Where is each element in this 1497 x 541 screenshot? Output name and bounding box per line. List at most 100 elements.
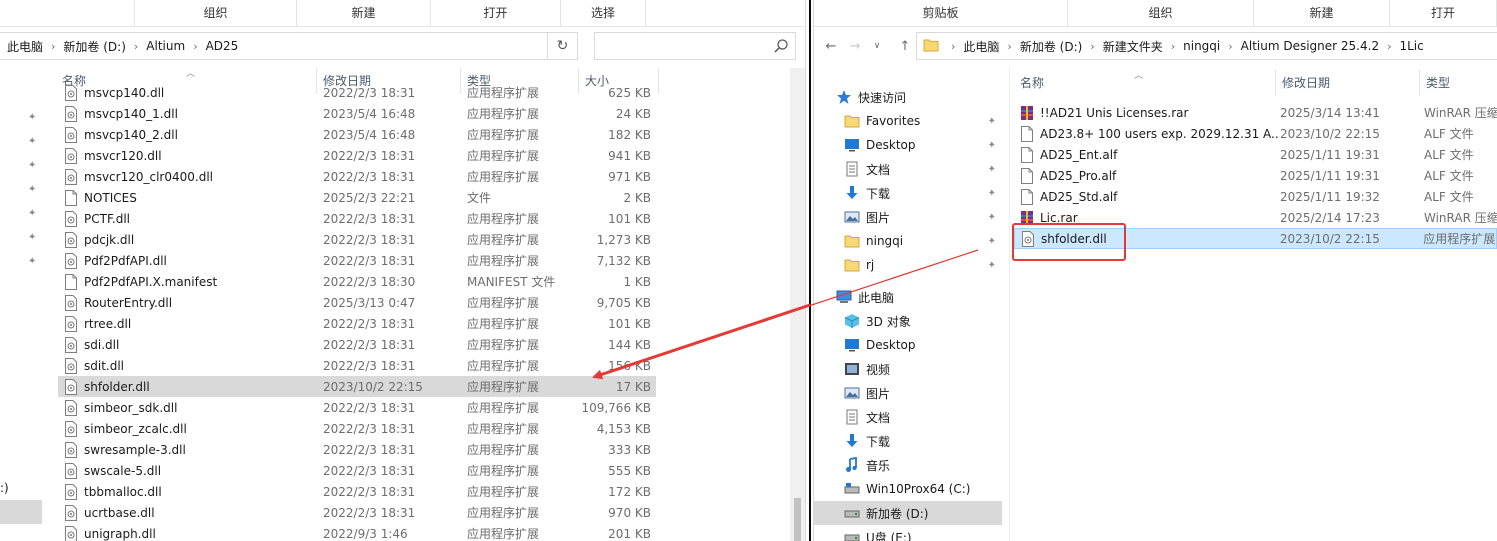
breadcrumb-separator-icon[interactable]: ›	[51, 40, 55, 53]
file-name: sdi.dll	[84, 337, 120, 352]
file-row-unigraph-dll[interactable]: unigraph.dll 2022/9/3 1:46 应用程序扩展 201 KB	[58, 523, 656, 541]
nav-item-item[interactable]: 下载	[814, 429, 1002, 453]
pin-icon[interactable]: ✦	[988, 140, 996, 151]
pin-icon[interactable]: ✦	[988, 188, 996, 199]
breadcrumb-item[interactable]: Altium Designer 25.4.2	[1239, 39, 1381, 53]
nav-item-favorites[interactable]: Favorites ✦	[814, 109, 1002, 133]
file-date: 2025/3/13 0:47	[323, 295, 416, 310]
nav-item-item[interactable]: 图片 ✦	[814, 205, 1002, 229]
file-row-ad25-pro-alf[interactable]: AD25_Pro.alf 2025/1/11 19:31 ALF 文件	[1014, 165, 1497, 186]
pin-icon[interactable]: ✦	[988, 116, 996, 127]
pin-icon[interactable]: ✦	[988, 236, 996, 247]
file-type: MANIFEST 文件	[467, 275, 556, 289]
nav-item-3d[interactable]: 3D 对象	[814, 309, 1002, 333]
breadcrumb-separator-icon[interactable]: ›	[1171, 40, 1175, 53]
ribbon-group-new[interactable]: 新建	[1254, 0, 1390, 27]
nav-item-item[interactable]: 音乐	[814, 453, 1002, 477]
scrollbar-thumb[interactable]	[794, 498, 801, 541]
breadcrumb-item[interactable]: 新加卷 (D:)	[61, 38, 127, 55]
pin-icon[interactable]: ✦	[988, 260, 996, 271]
breadcrumb-separator-icon[interactable]: ›	[134, 40, 138, 53]
file-row-tbbmalloc-dll[interactable]: tbbmalloc.dll 2022/2/3 18:31 应用程序扩展 172 KB	[58, 481, 656, 502]
column-date[interactable]: 修改日期	[1276, 70, 1420, 96]
file-row-simbeor-sdk-dll[interactable]: simbeor_sdk.dll 2022/2/3 18:31 应用程序扩展 109,7…	[58, 397, 656, 418]
nav-item-d[interactable]: 新加卷 (D:)	[814, 501, 1002, 525]
breadcrumb-item[interactable]: 新加卷 (D:)	[1018, 38, 1084, 55]
file-row-ad21-unis-licenses-rar[interactable]: !!AD21 Unis Licenses.rar 2025/3/14 13:41 W…	[1014, 102, 1497, 123]
file-row-msvcp140-1-dll[interactable]: msvcp140_1.dll 2023/5/4 16:48 应用程序扩展 24 KB	[58, 103, 656, 124]
file-row-pdcjk-dll[interactable]: pdcjk.dll 2022/2/3 18:31 应用程序扩展 1,273 KB	[58, 229, 656, 250]
file-row-simbeor-zcalc-dll[interactable]: simbeor_zcalc.dll 2022/2/3 18:31 应用程序扩展 4,1…	[58, 418, 656, 439]
breadcrumb-separator-icon[interactable]: ›	[1007, 40, 1011, 53]
nav-item-win10prox64-c[interactable]: Win10Prox64 (C:)	[814, 477, 1002, 501]
search-box[interactable]	[594, 32, 796, 60]
file-type: 应用程序扩展	[467, 443, 540, 457]
breadcrumb-item[interactable]: 此电脑	[961, 38, 1001, 55]
file-row-ad25-std-alf[interactable]: AD25_Std.alf 2025/1/11 19:32 ALF 文件	[1014, 186, 1497, 207]
breadcrumb-separator-icon[interactable]: ›	[951, 40, 955, 53]
file-row-routerentry-dll[interactable]: RouterEntry.dll 2025/3/13 0:47 应用程序扩展 9,705…	[58, 292, 656, 313]
up-icon[interactable]: ↑	[894, 32, 916, 60]
file-row-pctf-dll[interactable]: PCTF.dll 2022/2/3 18:31 应用程序扩展 101 KB	[58, 208, 656, 229]
nav-item-item[interactable]: 文档	[814, 405, 1002, 429]
nav-item-item[interactable]: 此电脑	[814, 285, 1002, 309]
nav-item-desktop[interactable]: Desktop	[814, 333, 1002, 357]
file-row-ad25-ent-alf[interactable]: AD25_Ent.alf 2025/1/11 19:31 ALF 文件	[1014, 144, 1497, 165]
back-icon[interactable]: ←	[820, 32, 842, 60]
file-row-pdf2pdfapi-dll[interactable]: Pdf2PdfAPI.dll 2022/2/3 18:31 应用程序扩展 7,132 …	[58, 250, 656, 271]
left-scrollbar[interactable]	[790, 68, 805, 541]
column-type[interactable]: 类型	[1420, 70, 1497, 96]
file-row-swscale-5-dll[interactable]: swscale-5.dll 2022/2/3 18:31 应用程序扩展 555 KB	[58, 460, 656, 481]
file-row-sdit-dll[interactable]: sdit.dll 2022/2/3 18:31 应用程序扩展 156 KB	[58, 355, 656, 376]
forward-icon[interactable]: →	[844, 32, 866, 60]
file-row-notices[interactable]: NOTICES 2025/2/3 22:21 文件 2 KB	[58, 187, 656, 208]
file-row-pdf2pdfapi-x-manifest[interactable]: Pdf2PdfAPI.X.manifest 2022/2/3 18:30 MANIF…	[58, 271, 656, 292]
breadcrumb-item[interactable]: 此电脑	[5, 38, 45, 55]
breadcrumb-item[interactable]: ningqi	[1181, 39, 1222, 53]
ribbon-group-organize[interactable]: 组织	[135, 0, 297, 27]
breadcrumb-separator-icon[interactable]: ›	[193, 40, 197, 53]
nav-item-item[interactable]: 图片	[814, 381, 1002, 405]
ribbon-group-open[interactable]: 打开	[431, 0, 561, 27]
nav-item-item[interactable]: 快速访问	[814, 85, 1002, 109]
nav-item-item[interactable]: 下载 ✦	[814, 181, 1002, 205]
nav-item-item[interactable]: 文档 ✦	[814, 157, 1002, 181]
pin-icon[interactable]: ✦	[988, 164, 996, 175]
file-type: 应用程序扩展	[467, 212, 540, 226]
nav-item-u-e[interactable]: U盘 (E:)	[814, 525, 1002, 541]
file-row-rtree-dll[interactable]: rtree.dll 2022/2/3 18:31 应用程序扩展 101 KB	[58, 313, 656, 334]
column-name[interactable]: ︿ 名称	[1014, 70, 1276, 96]
breadcrumb-separator-icon[interactable]: ›	[1090, 40, 1094, 53]
file-row-msvcp140-dll[interactable]: msvcp140.dll 2022/2/3 18:31 应用程序扩展 625 KB	[58, 82, 656, 103]
file-row-msvcr120-dll[interactable]: msvcr120.dll 2022/2/3 18:31 应用程序扩展 941 KB	[58, 145, 656, 166]
breadcrumb-separator-icon[interactable]: ›	[1387, 40, 1391, 53]
address-bar[interactable]: › 此电脑 › 新加卷 (D:) › 新建文件夹 › ningqi › Altium Design…	[916, 32, 1497, 60]
breadcrumb-item[interactable]: 1Lic	[1397, 39, 1425, 53]
refresh-button[interactable]: ↻	[548, 32, 578, 60]
nav-item-item[interactable]: 视频	[814, 357, 1002, 381]
breadcrumb-item[interactable]: Altium	[144, 39, 187, 53]
ribbon-group-open[interactable]: 打开	[1390, 0, 1497, 27]
nav-item-desktop[interactable]: Desktop ✦	[814, 133, 1002, 157]
file-row-swresample-3-dll[interactable]: swresample-3.dll 2022/2/3 18:31 应用程序扩展 333 …	[58, 439, 656, 460]
breadcrumb-item[interactable]: 新建文件夹	[1101, 38, 1165, 55]
file-row-shfolder-dll[interactable]: shfolder.dll 2023/10/2 22:15 应用程序扩展 17 KB	[58, 376, 656, 397]
ribbon-group-select[interactable]: 选择	[561, 0, 646, 27]
breadcrumb-item[interactable]: AD25	[204, 39, 241, 53]
ribbon-group-organize[interactable]: 组织	[1068, 0, 1254, 27]
file-row-msvcp140-2-dll[interactable]: msvcp140_2.dll 2023/5/4 16:48 应用程序扩展 182 KB	[58, 124, 656, 145]
chevron-down-icon[interactable]: ∨	[866, 32, 888, 60]
file-row-ucrtbase-dll[interactable]: ucrtbase.dll 2022/2/3 18:31 应用程序扩展 970 KB	[58, 502, 656, 523]
nav-item-ningqi[interactable]: ningqi ✦	[814, 229, 1002, 253]
file-type: 应用程序扩展	[467, 233, 540, 247]
dll-file-icon	[64, 252, 84, 269]
file-row-sdi-dll[interactable]: sdi.dll 2022/2/3 18:31 应用程序扩展 144 KB	[58, 334, 656, 355]
ribbon-group-clipboard[interactable]: 剪贴板	[814, 0, 1068, 27]
nav-item-rj[interactable]: rj ✦	[814, 253, 1002, 277]
address-bar[interactable]: 此电脑 › 新加卷 (D:) › Altium › AD25	[0, 32, 548, 60]
file-row-ad23-8-100-users-exp-2029-12-31-a[interactable]: AD23.8+ 100 users exp. 2029.12.31 A... 20…	[1014, 123, 1497, 144]
ribbon-group-new[interactable]: 新建	[297, 0, 431, 27]
breadcrumb-separator-icon[interactable]: ›	[1228, 40, 1232, 53]
pin-icon[interactable]: ✦	[988, 212, 996, 223]
file-row-msvcr120-clr0400-dll[interactable]: msvcr120_clr0400.dll 2022/2/3 18:31 应用程序扩展…	[58, 166, 656, 187]
